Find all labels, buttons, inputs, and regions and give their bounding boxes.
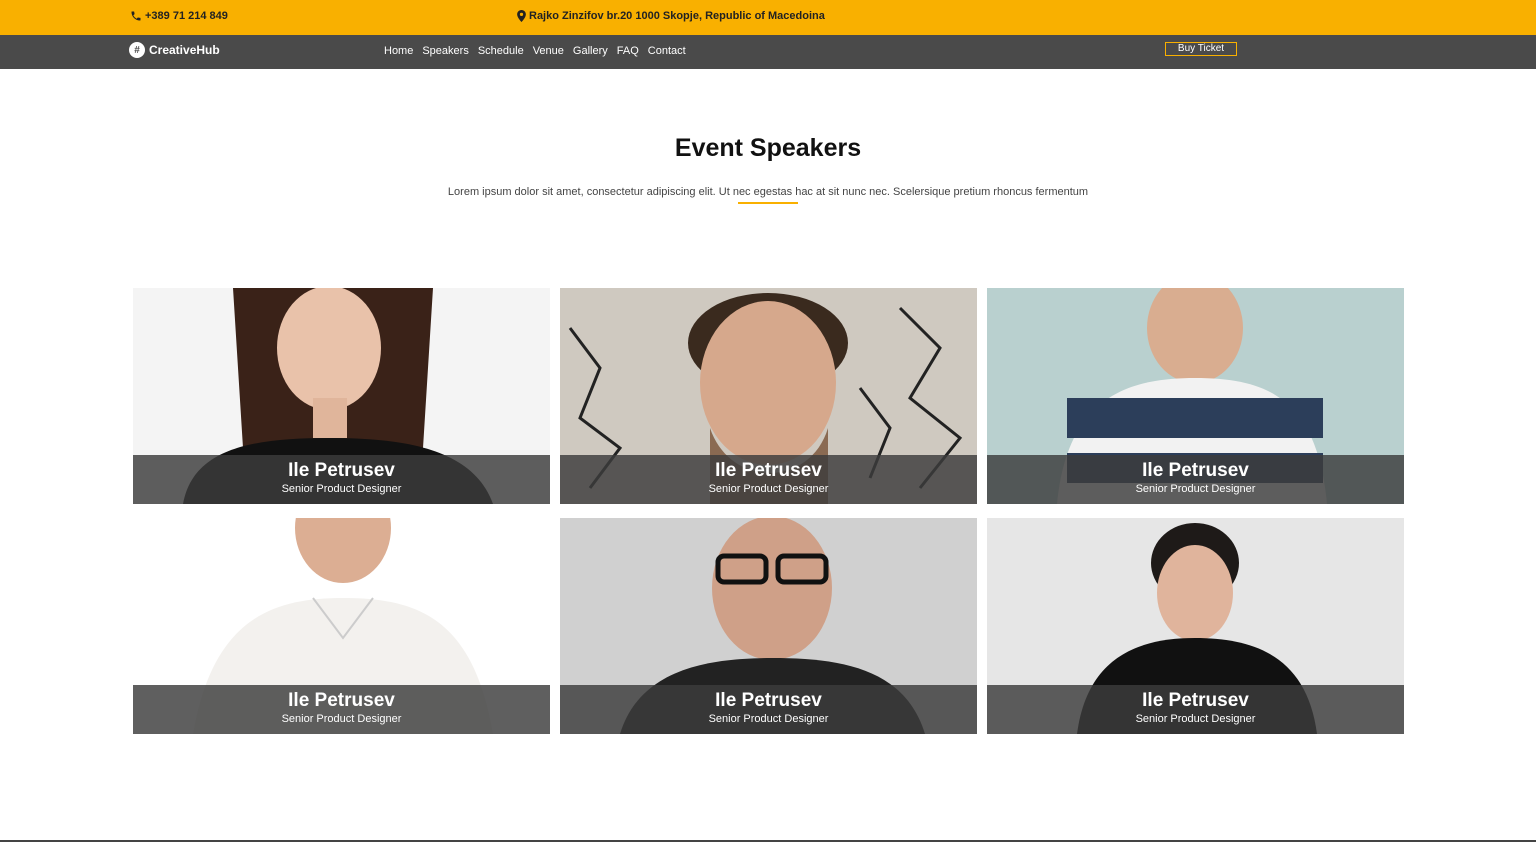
speaker-card[interactable]: Ile Petrusev Senior Product Designer: [133, 518, 550, 734]
speaker-card[interactable]: Ile Petrusev Senior Product Designer: [987, 518, 1404, 734]
top-info-bar: +389 71 214 849 Rajko Zinzifov br.20 100…: [0, 0, 1536, 35]
logo[interactable]: # CreativeHub: [129, 42, 220, 58]
speaker-role: Senior Product Designer: [281, 713, 402, 725]
nav-link-faq[interactable]: FAQ: [617, 45, 639, 57]
speaker-name: Ile Petrusev: [715, 460, 822, 481]
nav-link-home[interactable]: Home: [384, 45, 413, 57]
map-pin-icon: [517, 10, 526, 22]
speaker-role: Senior Product Designer: [708, 713, 829, 725]
speaker-card[interactable]: Ile Petrusev Senior Product Designer: [560, 288, 977, 504]
speaker-caption: Ile Petrusev Senior Product Designer: [987, 455, 1404, 504]
address-text: Rajko Zinzifov br.20 1000 Skopje, Republ…: [529, 10, 825, 22]
speaker-role: Senior Product Designer: [708, 483, 829, 495]
title-underline: [738, 202, 798, 204]
main-navbar: # CreativeHub Home Speakers Schedule Ven…: [0, 35, 1536, 69]
phone-number: +389 71 214 849: [145, 10, 228, 22]
nav-link-venue[interactable]: Venue: [533, 45, 564, 57]
nav-link-speakers[interactable]: Speakers: [422, 45, 468, 57]
speaker-caption: Ile Petrusev Senior Product Designer: [560, 455, 977, 504]
speaker-role: Senior Product Designer: [1135, 713, 1256, 725]
phone-info[interactable]: +389 71 214 849: [130, 10, 228, 22]
speaker-role: Senior Product Designer: [1135, 483, 1256, 495]
speaker-card[interactable]: Ile Petrusev Senior Product Designer: [133, 288, 550, 504]
speaker-caption: Ile Petrusev Senior Product Designer: [133, 455, 550, 504]
speaker-caption: Ile Petrusev Senior Product Designer: [560, 685, 977, 734]
speaker-role: Senior Product Designer: [281, 483, 402, 495]
speaker-card[interactable]: Ile Petrusev Senior Product Designer: [987, 288, 1404, 504]
nav-link-gallery[interactable]: Gallery: [573, 45, 608, 57]
nav-link-schedule[interactable]: Schedule: [478, 45, 524, 57]
speaker-caption: Ile Petrusev Senior Product Designer: [133, 685, 550, 734]
logo-text: CreativeHub: [149, 43, 220, 57]
nav-links: Home Speakers Schedule Venue Gallery FAQ…: [384, 45, 695, 57]
speaker-card[interactable]: Ile Petrusev Senior Product Designer: [560, 518, 977, 734]
phone-icon: [130, 10, 142, 22]
nav-link-contact[interactable]: Contact: [648, 45, 686, 57]
speaker-name: Ile Petrusev: [1142, 690, 1249, 711]
address-info: Rajko Zinzifov br.20 1000 Skopje, Republ…: [517, 10, 825, 22]
speaker-name: Ile Petrusev: [1142, 460, 1249, 481]
buy-ticket-button[interactable]: Buy Ticket: [1165, 42, 1237, 56]
speaker-name: Ile Petrusev: [288, 690, 395, 711]
section-subtitle: Lorem ipsum dolor sit amet, consectetur …: [447, 186, 1089, 198]
section-title: Event Speakers: [674, 134, 862, 162]
speaker-caption: Ile Petrusev Senior Product Designer: [987, 685, 1404, 734]
speaker-name: Ile Petrusev: [288, 460, 395, 481]
speaker-name: Ile Petrusev: [715, 690, 822, 711]
hash-logo-icon: #: [129, 42, 145, 58]
